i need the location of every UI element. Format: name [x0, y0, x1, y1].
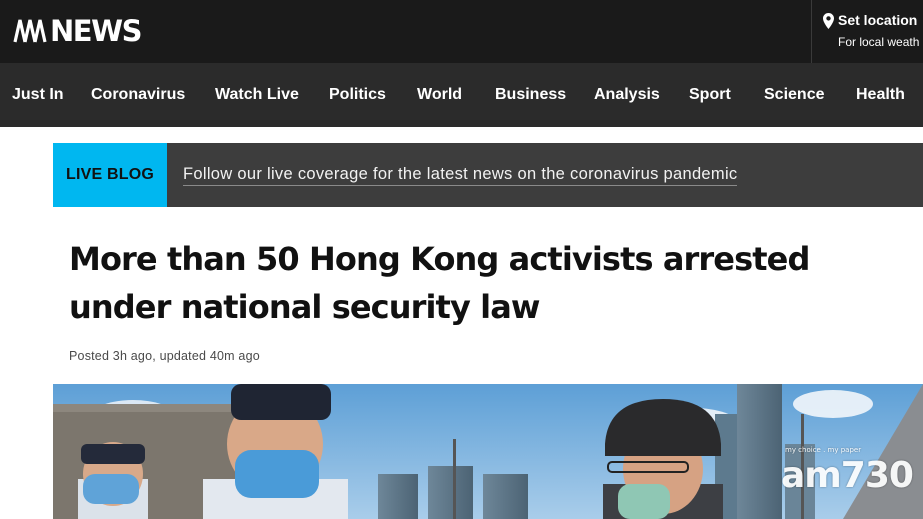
watermark-text: am730 [781, 455, 914, 496]
nav-item-business[interactable]: Business [495, 63, 566, 127]
nav-item-watch-live[interactable]: Watch Live [215, 63, 299, 127]
nav-item-world[interactable]: World [417, 63, 462, 127]
location-pin-icon [823, 13, 834, 29]
brand-name: NEWS [50, 14, 142, 48]
nav-item-coronavirus[interactable]: Coronavirus [91, 63, 185, 127]
abc-logo-icon [13, 19, 47, 43]
location-subtitle: For local weath [838, 35, 920, 49]
photo-watermark: my choice . my paper am730 [781, 446, 914, 496]
nav-item-politics[interactable]: Politics [329, 63, 386, 127]
main-nav: Just In Coronavirus Watch Live Politics … [0, 63, 923, 127]
live-blog-badge: LIVE BLOG [53, 143, 167, 207]
article-headline: More than 50 Hong Kong activists arreste… [69, 240, 810, 326]
nav-item-health[interactable]: Health [856, 63, 905, 127]
nav-item-sport[interactable]: Sport [689, 63, 731, 127]
live-blog-banner[interactable]: LIVE BLOG Follow our live coverage for t… [53, 143, 923, 207]
site-header: NEWS Set location For local weath [0, 0, 923, 63]
nav-item-science[interactable]: Science [764, 63, 824, 127]
live-blog-link[interactable]: Follow our live coverage for the latest … [183, 163, 738, 186]
location-title: Set location [838, 12, 918, 28]
watermark-tagline: my choice . my paper [785, 446, 862, 454]
set-location-button[interactable]: Set location For local weath [811, 0, 923, 63]
nav-item-analysis[interactable]: Analysis [594, 63, 660, 127]
article-timestamp: Posted 3h ago, updated 40m ago [69, 349, 260, 363]
nav-item-just-in[interactable]: Just In [12, 63, 64, 127]
abc-news-logo[interactable]: NEWS [13, 14, 142, 48]
